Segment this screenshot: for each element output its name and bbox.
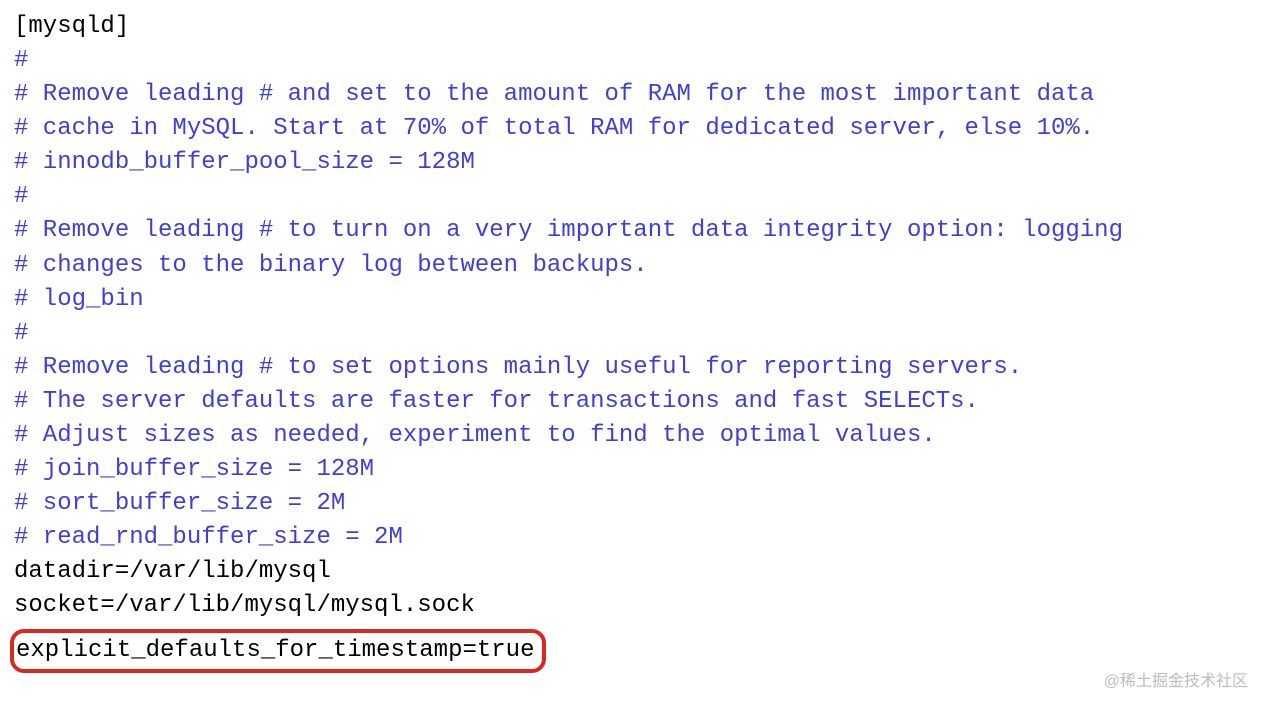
comment-line: # Remove leading # and set to the amount… (14, 81, 1094, 108)
watermark-text: @稀土掘金技术社区 (1104, 671, 1248, 694)
highlighted-config-box: explicit_defaults_for_timestamp=true (10, 629, 546, 672)
comment-line: # The server defaults are faster for tra… (14, 388, 979, 415)
comment-line: # cache in MySQL. Start at 70% of total … (14, 115, 1094, 142)
comment-line: # innodb_buffer_pool_size = 128M (14, 149, 475, 176)
config-line-explicit-defaults: explicit_defaults_for_timestamp=true (16, 637, 534, 664)
comment-line: # Remove leading # to turn on a very imp… (14, 217, 1123, 244)
comment-line: # sort_buffer_size = 2M (14, 490, 345, 517)
comment-line: # (14, 320, 28, 347)
config-file-content: [mysqld] # # Remove leading # and set to… (14, 10, 1262, 673)
comment-line: # (14, 47, 28, 74)
comment-line: # changes to the binary log between back… (14, 252, 648, 279)
section-header: [mysqld] (14, 13, 129, 40)
comment-line: # Adjust sizes as needed, experiment to … (14, 422, 936, 449)
comment-line: # Remove leading # to set options mainly… (14, 354, 1022, 381)
comment-line: # log_bin (14, 286, 144, 313)
comment-line: # join_buffer_size = 128M (14, 456, 374, 483)
config-line-socket: socket=/var/lib/mysql/mysql.sock (14, 592, 475, 619)
comment-line: # (14, 183, 28, 210)
config-line-datadir: datadir=/var/lib/mysql (14, 558, 331, 585)
comment-line: # read_rnd_buffer_size = 2M (14, 524, 403, 551)
